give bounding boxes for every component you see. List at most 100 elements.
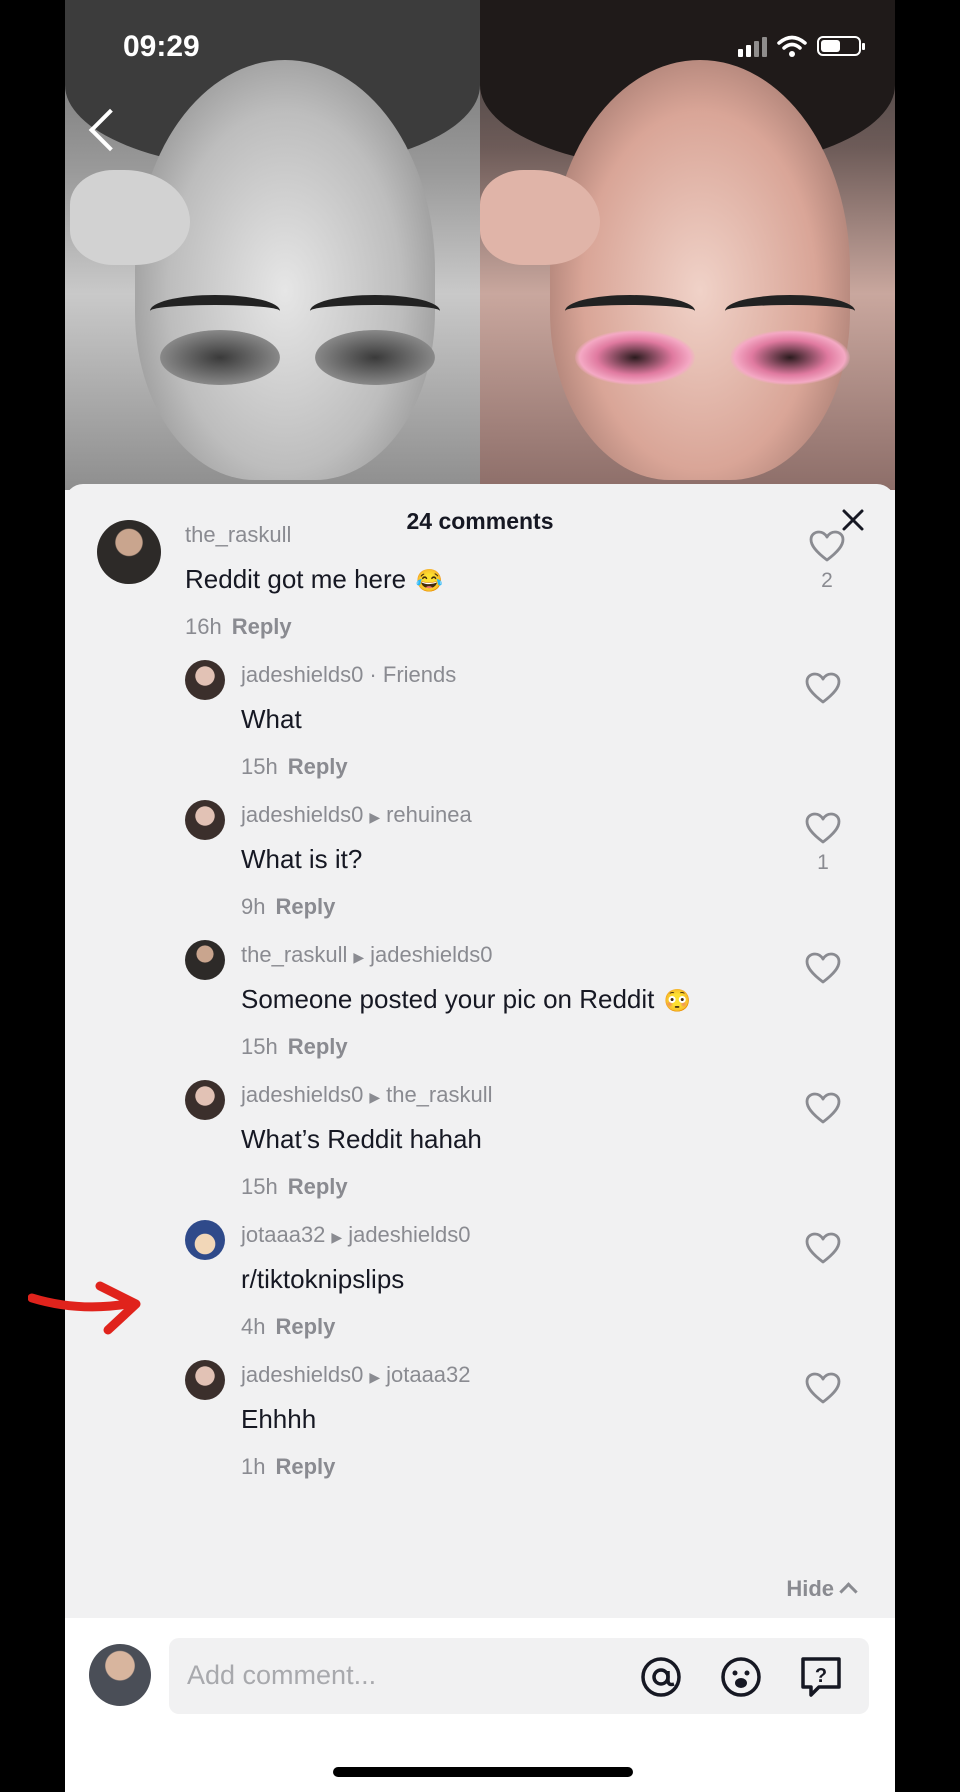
reply-to-username[interactable]: jotaaa32 <box>386 1362 470 1387</box>
avatar[interactable] <box>185 1220 225 1260</box>
comment-username[interactable]: jadeshields0 <box>241 802 363 827</box>
avatar[interactable] <box>97 520 161 584</box>
comment-meta: 15h Reply <box>241 1034 348 1060</box>
comment-text-line: Ehhhh <box>241 1404 316 1435</box>
comment-text-line: What <box>241 704 302 735</box>
heart-icon <box>805 672 841 704</box>
avatar[interactable] <box>185 940 225 980</box>
comment-meta: 9h Reply <box>241 894 335 920</box>
comment-text: Reddit got me here <box>185 564 407 594</box>
video-frame-right <box>480 0 895 490</box>
comment-username-line: the_raskull <box>185 522 291 548</box>
comment-text: Someone posted your pic on Reddit <box>241 984 655 1014</box>
comment-item: the_raskull Reddit got me here 😂 16h Reply 2 <box>65 520 895 650</box>
comment-text-line: What’s Reddit hahah <box>241 1124 482 1155</box>
like-button[interactable] <box>803 1232 843 1269</box>
heart-icon <box>805 1232 841 1264</box>
reply-to-username[interactable]: jadeshields0 <box>348 1222 470 1247</box>
comment-time: 15h <box>241 754 278 779</box>
reply-to-username[interactable]: the_raskull <box>386 1082 492 1107</box>
reply-button[interactable]: Reply <box>288 754 348 779</box>
chevron-up-icon <box>839 1582 858 1601</box>
comment-username-line: jadeshields0 ▶ rehuinea <box>241 802 472 828</box>
reply-to-username[interactable]: rehuinea <box>386 802 472 827</box>
reply-item: jadeshields0 ▶ jotaaa32 Ehhhh 1h Reply <box>65 1360 895 1490</box>
like-button[interactable] <box>803 1372 843 1409</box>
reply-item: jadeshields0 ▶ rehuinea What is it? 9h Reply 1 <box>65 800 895 930</box>
reply-button[interactable]: Reply <box>275 894 335 919</box>
comment-username[interactable]: jadeshields0 <box>241 662 363 687</box>
like-button[interactable] <box>803 672 843 709</box>
comment-username[interactable]: jadeshields0 <box>241 1082 363 1107</box>
comment-time: 9h <box>241 894 266 919</box>
comment-text: What’s Reddit hahah <box>241 1124 482 1154</box>
comment-text: What is it? <box>241 844 363 874</box>
wifi-icon <box>777 35 807 57</box>
comment-username[interactable]: the_raskull <box>185 522 291 547</box>
heart-icon <box>809 530 845 562</box>
comment-time: 15h <box>241 1174 278 1199</box>
emoji-icon: 😂 <box>415 568 443 594</box>
comment-text: Ehhhh <box>241 1404 317 1434</box>
heart-icon <box>805 1092 841 1124</box>
comment-time: 4h <box>241 1314 266 1339</box>
comment-meta: 15h Reply <box>241 754 348 780</box>
reply-to-arrow-icon: ▶ <box>353 949 365 965</box>
comment-text-line: Someone posted your pic on Reddit 😳 <box>241 984 694 1018</box>
comment-meta: 4h Reply <box>241 1314 335 1340</box>
comment-username[interactable]: jadeshields0 <box>241 1362 363 1387</box>
comment-meta: 16h Reply <box>185 614 292 640</box>
reply-to-arrow-icon: ▶ <box>331 1229 343 1245</box>
comment-text-line: r/tiktoknipslips <box>241 1264 404 1295</box>
comment-meta: 1h Reply <box>241 1454 335 1480</box>
heart-icon <box>805 812 841 844</box>
reply-item: jadeshields0 · Friends What 15h Reply <box>65 660 895 790</box>
comment-time: 1h <box>241 1454 266 1479</box>
phone-screen: 09:29 24 comments the_raskull Reddit got … <box>65 0 895 1792</box>
mention-icon[interactable] <box>639 1655 683 1699</box>
like-button[interactable] <box>803 1092 843 1129</box>
reply-button[interactable]: Reply <box>275 1454 335 1479</box>
battery-icon <box>817 36 865 56</box>
reply-button[interactable]: Reply <box>288 1034 348 1059</box>
comment-text: r/tiktoknipslips <box>241 1264 405 1294</box>
comment-text: What <box>241 704 302 734</box>
comments-sheet: 24 comments the_raskull Reddit got me her… <box>65 484 895 1792</box>
comment-input[interactable]: Add comment... ? <box>169 1638 869 1714</box>
comment-meta: 15h Reply <box>241 1174 348 1200</box>
avatar[interactable] <box>185 1080 225 1120</box>
video-preview[interactable] <box>65 0 895 490</box>
emoji-icon: 😳 <box>663 988 692 1014</box>
question-icon[interactable]: ? <box>799 1655 843 1699</box>
avatar[interactable] <box>185 800 225 840</box>
emoji-icon[interactable] <box>719 1655 763 1699</box>
like-count: 1 <box>817 851 829 874</box>
tag-separator: · <box>363 662 383 687</box>
like-button[interactable]: 1 <box>803 812 843 875</box>
reply-button[interactable]: Reply <box>232 614 292 639</box>
like-button[interactable] <box>803 952 843 989</box>
like-button[interactable]: 2 <box>807 530 847 593</box>
comment-input-placeholder: Add comment... <box>187 1660 377 1690</box>
comment-username-line: jadeshields0 ▶ jotaaa32 <box>241 1362 471 1388</box>
comment-username[interactable]: jotaaa32 <box>241 1222 325 1247</box>
reply-button[interactable]: Reply <box>275 1314 335 1339</box>
comment-time: 15h <box>241 1034 278 1059</box>
signal-icon <box>738 35 767 57</box>
avatar[interactable] <box>185 660 225 700</box>
comment-text-line: What is it? <box>241 844 362 875</box>
comment-composer-bar: Add comment... ? <box>65 1618 895 1792</box>
hide-replies-button[interactable]: Hide <box>786 1576 858 1602</box>
arrow-annotation <box>28 1281 141 1335</box>
reply-item: jotaaa32 ▶ jadeshields0 r/tiktoknipslips 4h R… <box>65 1220 895 1350</box>
reply-to-username[interactable]: jadeshields0 <box>370 942 492 967</box>
like-count: 2 <box>821 569 833 592</box>
reply-button[interactable]: Reply <box>288 1174 348 1199</box>
avatar[interactable] <box>185 1360 225 1400</box>
comment-username[interactable]: the_raskull <box>241 942 347 967</box>
video-frame-left <box>65 0 480 490</box>
my-avatar[interactable] <box>89 1644 151 1706</box>
home-indicator <box>333 1767 633 1777</box>
status-icons <box>738 34 865 58</box>
comment-username-line: the_raskull ▶ jadeshields0 <box>241 942 492 968</box>
